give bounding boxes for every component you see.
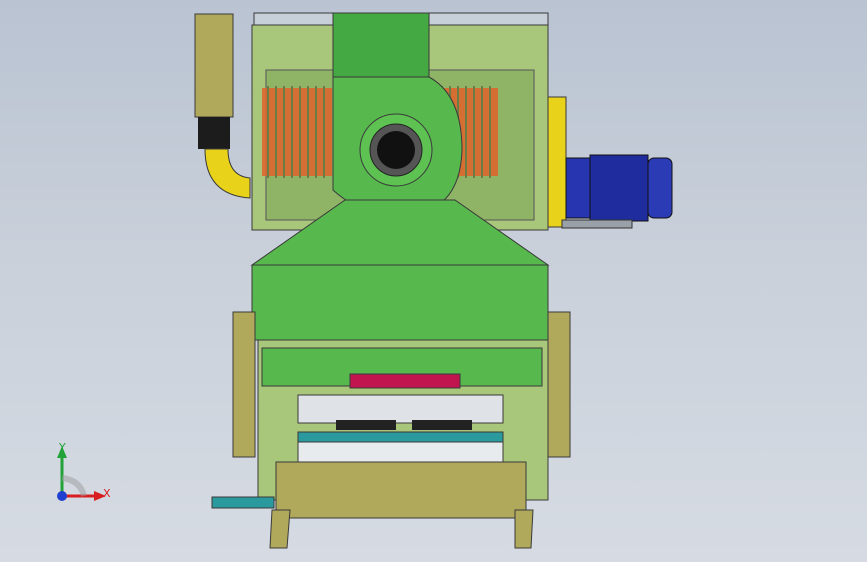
motor-endcap [565,157,591,219]
motor-flange [547,96,567,228]
left-side-plate [232,311,256,458]
base-tray [275,461,527,519]
motor-base [561,219,633,229]
left-outlet-chute [211,496,275,509]
motor-body [589,154,649,222]
z-axis-dot [57,491,67,501]
duct-elbow [204,148,251,199]
roller-wheel-left [336,420,396,430]
teal-roller [297,431,504,443]
roller-wheel-right [412,420,472,430]
right-foot [514,509,534,549]
motor-fan-cover [647,157,673,219]
conveyor-belt [349,373,461,389]
duct-bellows [198,117,230,149]
fan-inlet-duct [332,12,430,78]
right-side-plate [547,311,571,458]
exhaust-duct [194,13,234,118]
hopper-body [251,264,549,341]
left-foot [269,509,291,549]
cad-viewport[interactable]: Y X [0,0,867,562]
fan-shaft [377,131,415,169]
feed-roller [297,394,504,424]
lower-roller [297,441,504,463]
machine-model[interactable] [0,0,867,562]
triad-x-label: X [103,487,111,500]
triad-y-label: Y [59,441,66,454]
